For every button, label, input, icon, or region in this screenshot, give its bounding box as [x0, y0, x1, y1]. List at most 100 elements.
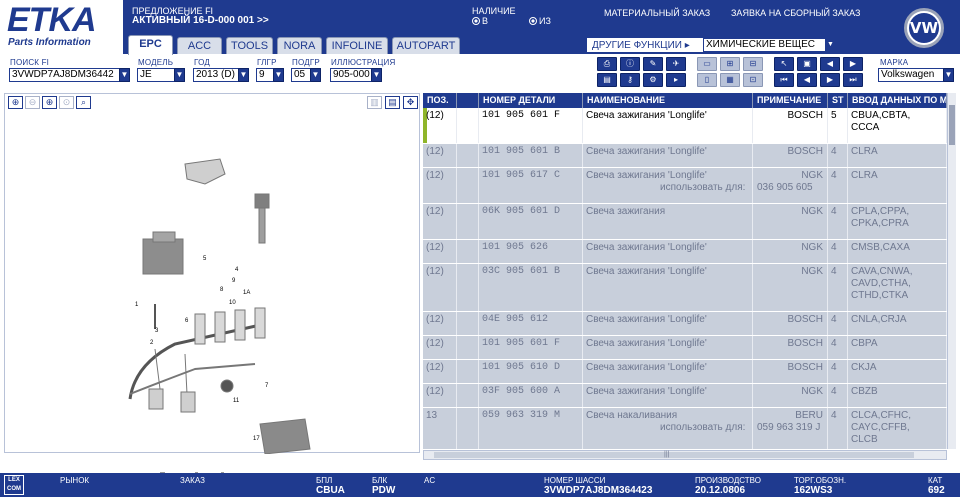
- callout-label[interactable]: 2: [150, 340, 154, 346]
- arrow-up-left-icon[interactable]: ↖: [774, 57, 794, 71]
- cell-part: 101 905 610 D: [479, 360, 583, 383]
- next-page-icon[interactable]: ▶: [820, 73, 840, 87]
- cart-add-icon[interactable]: ⊞: [720, 57, 740, 71]
- list-icon[interactable]: ▤: [597, 73, 617, 87]
- radio-iz-dot[interactable]: [529, 17, 537, 25]
- parts-table: ПОЗ. НОМЕР ДЕТАЛИ НАИМЕНОВАНИЕ ПРИМЕЧАНИ…: [423, 93, 947, 449]
- vertical-scrollbar[interactable]: [947, 93, 956, 449]
- table-row[interactable]: (12) 03C 905 601 B Свеча зажигания 'Longli…: [423, 264, 947, 312]
- back-icon[interactable]: ◀: [820, 57, 840, 71]
- chevron-down-icon[interactable]: ▼: [174, 68, 185, 82]
- order-label: ЗАКАЗ: [180, 476, 205, 485]
- zoom-out-icon[interactable]: ⊖: [25, 96, 40, 109]
- material-order-link[interactable]: МАТЕРИАЛЬНЫЙ ЗАКАЗ: [604, 8, 710, 18]
- chevron-down-icon[interactable]: ▼: [119, 68, 130, 82]
- tab-tools[interactable]: TOOLS: [226, 37, 273, 54]
- radio-iz[interactable]: ИЗ: [529, 16, 551, 26]
- tab-infoline[interactable]: INFOLINE: [326, 37, 388, 54]
- chevron-down-icon[interactable]: ▼: [273, 68, 284, 82]
- clipboard-icon[interactable]: ▣: [797, 57, 817, 71]
- tool-icon[interactable]: ✎: [643, 57, 663, 71]
- col-st[interactable]: ST: [828, 93, 848, 108]
- tab-epc[interactable]: EPC: [128, 35, 173, 55]
- first-page-icon[interactable]: ⏮: [774, 73, 794, 87]
- print-icon[interactable]: ⎙: [597, 57, 617, 71]
- prev-page-icon[interactable]: ◀: [797, 73, 817, 87]
- assembly-order-link[interactable]: ЗАЯВКА НА СБОРНЫЙ ЗАКАЗ: [731, 8, 860, 18]
- callout-label[interactable]: 7: [265, 383, 269, 389]
- move-icon[interactable]: ✥: [403, 96, 418, 109]
- scroll-thumb[interactable]: [949, 105, 955, 145]
- radio-b[interactable]: B: [472, 16, 488, 26]
- callout-label[interactable]: 10: [229, 300, 236, 306]
- tab-autopart[interactable]: AUTOPART: [392, 37, 460, 54]
- wrench-icon[interactable]: ✈: [666, 57, 686, 71]
- chevron-down-icon[interactable]: ▼: [825, 39, 836, 51]
- other-functions-button[interactable]: ДРУГИЕ ФУНКЦИИ ▸: [587, 38, 703, 52]
- grip-icon: |||: [664, 451, 670, 458]
- usage-value[interactable]: 059 963 319 J: [757, 422, 820, 433]
- cart-icon[interactable]: ⊟: [743, 57, 763, 71]
- callout-label[interactable]: 3: [155, 328, 159, 334]
- forward-icon[interactable]: ▶: [843, 57, 863, 71]
- table-row[interactable]: (12) 101 905 617 C Свеча зажигания 'Longli…: [423, 168, 947, 204]
- col-part-number[interactable]: НОМЕР ДЕТАЛИ: [479, 93, 583, 108]
- table-row[interactable]: (12) 101 905 610 D Свеча зажигания 'Longli…: [423, 360, 947, 384]
- usage-value[interactable]: 036 905 605: [757, 182, 813, 193]
- callout-label[interactable]: 4: [235, 267, 239, 273]
- zoom-in-icon[interactable]: ⊕: [8, 96, 23, 109]
- callout-label[interactable]: 1A: [243, 290, 250, 296]
- info-icon[interactable]: ⓘ: [620, 57, 640, 71]
- table-row[interactable]: 13 059 963 319 M Свеча накаливания BERU 4 CLC…: [423, 408, 947, 449]
- display-icon[interactable]: ▭: [697, 57, 717, 71]
- col-pos[interactable]: ПОЗ.: [423, 93, 457, 108]
- callout-label[interactable]: 6: [185, 318, 189, 324]
- last-page-icon[interactable]: ⏭: [843, 73, 863, 87]
- radio-b-dot[interactable]: [472, 17, 480, 25]
- bike-icon[interactable]: ⚙: [643, 73, 663, 87]
- offer-value-link[interactable]: АКТИВНЫЙ 16-D-000 001 >>: [132, 16, 269, 26]
- search-input[interactable]: 3VWDP7AJ8DM36442: [9, 68, 130, 82]
- table-row[interactable]: (12) 04E 905 612 Свеча зажигания 'Longlife…: [423, 312, 947, 336]
- table-row[interactable]: (12) 101 905 601 B Свеча зажигания 'Longli…: [423, 144, 947, 168]
- tab-nora[interactable]: NORA: [277, 37, 322, 54]
- chevron-down-icon[interactable]: ▼: [943, 68, 954, 82]
- callout-label[interactable]: 8: [220, 287, 224, 293]
- split-view-icon[interactable]: ▥: [367, 96, 382, 109]
- magnify-icon[interactable]: ⌕: [76, 96, 91, 109]
- col-name[interactable]: НАИМЕНОВАНИЕ: [583, 93, 753, 108]
- scroll-thumb[interactable]: [434, 452, 914, 458]
- diagram-labels: 11A2345678910111213141718: [135, 256, 287, 497]
- col-note[interactable]: ПРИМЕЧАНИЕ: [753, 93, 828, 108]
- tab-acc[interactable]: ACC: [177, 37, 222, 54]
- cell-st: 4: [828, 384, 848, 407]
- data-entry-line: CNLA,CRJA: [851, 314, 907, 325]
- vw-logo-text: VW: [909, 13, 939, 43]
- table-row[interactable]: (12) 06K 905 601 D Свеча зажигания NGK 4 CPLA…: [423, 204, 947, 240]
- callout-label[interactable]: 17: [253, 436, 260, 442]
- table-row[interactable]: (12) 03F 905 600 A Свеча зажигания 'Longli…: [423, 384, 947, 408]
- bpl-label: БПЛ: [316, 476, 333, 485]
- table-view-icon[interactable]: ▤: [385, 96, 400, 109]
- key-icon[interactable]: ⚷: [620, 73, 640, 87]
- functions-select[interactable]: ХИМИЧЕСКИЕ ВЕЩЕС ▼: [703, 38, 837, 52]
- table-row[interactable]: (12) 101 905 626 Свеча зажигания 'Longlife…: [423, 240, 947, 264]
- chevron-down-icon[interactable]: ▼: [238, 68, 249, 82]
- col-data-entry[interactable]: ВВОД ДАННЫХ ПО М: [848, 93, 947, 108]
- table-row[interactable]: (12) 101 905 601 F Свеча зажигания 'Longli…: [423, 336, 947, 360]
- doc-icon[interactable]: ▦: [720, 73, 740, 87]
- chassis-label: НОМЕР ШАССИ: [544, 476, 606, 485]
- chevron-down-icon[interactable]: ▼: [310, 68, 321, 82]
- basket-icon[interactable]: ⊡: [743, 73, 763, 87]
- arrow-icon[interactable]: ▸: [666, 73, 686, 87]
- card-icon[interactable]: ▯: [697, 73, 717, 87]
- callout-label[interactable]: 1: [135, 302, 139, 308]
- chevron-down-icon[interactable]: ▼: [371, 68, 382, 82]
- callout-label[interactable]: 11: [233, 398, 240, 404]
- callout-label[interactable]: 5: [203, 256, 207, 262]
- zoom-reset-icon[interactable]: ⊙: [59, 96, 74, 109]
- callout-label[interactable]: 9: [232, 278, 236, 284]
- horizontal-scrollbar[interactable]: |||: [423, 450, 947, 460]
- table-row[interactable]: (12) 101 905 601 F Свеча зажигания 'Longli…: [423, 108, 947, 144]
- zoom-fit-icon[interactable]: ⊕: [42, 96, 57, 109]
